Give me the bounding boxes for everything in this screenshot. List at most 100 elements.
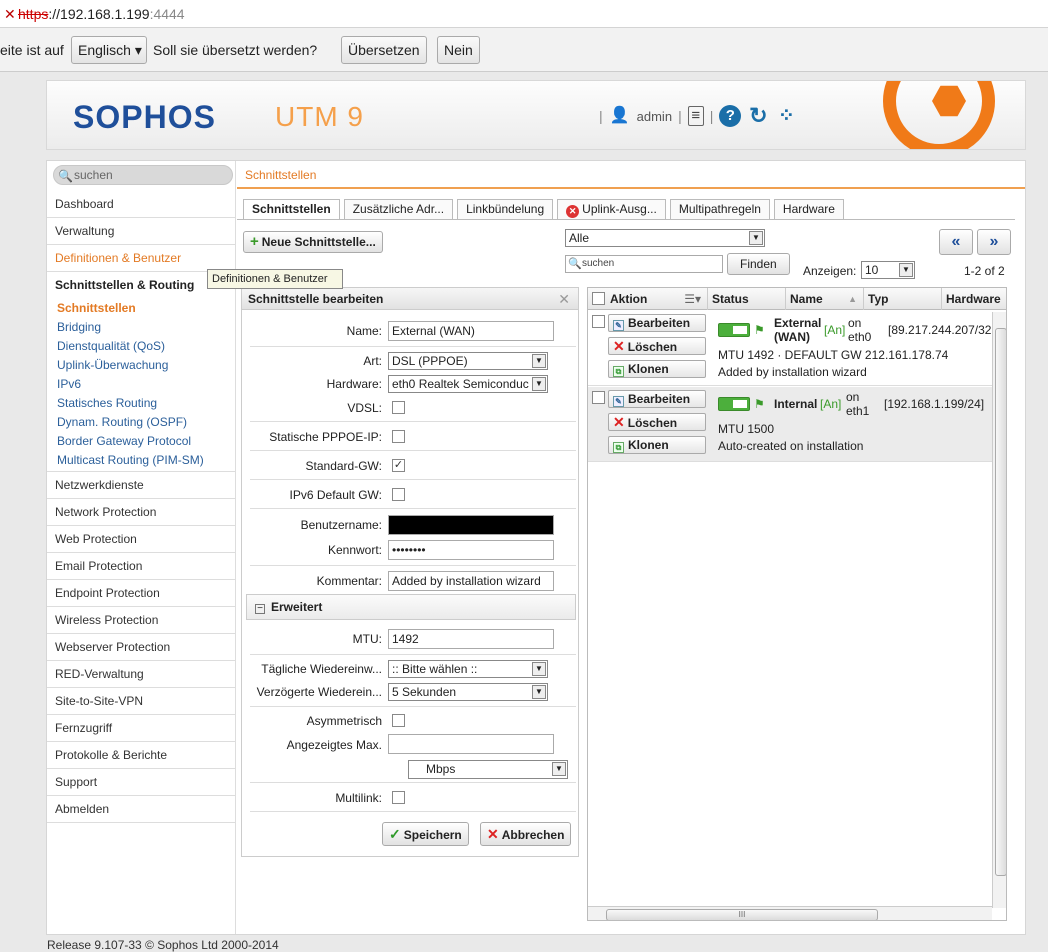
- asymmetric-checkbox[interactable]: [392, 714, 405, 727]
- sidebar-item-definitionen[interactable]: Definitionen & Benutzer: [47, 245, 236, 272]
- tab-linkbuendelung[interactable]: Linkbündelung: [457, 199, 554, 219]
- divider: [250, 811, 576, 812]
- comment-line: Auto-created on installation: [718, 439, 864, 453]
- prev-page-button[interactable]: «: [939, 229, 973, 255]
- next-page-button[interactable]: »: [977, 229, 1011, 255]
- password-input[interactable]: ••••••••: [388, 540, 554, 560]
- new-interface-button[interactable]: + Neue Schnittstelle...: [243, 231, 383, 253]
- sidebar-item-network-protection[interactable]: Network Protection: [47, 499, 236, 526]
- column-typ[interactable]: Typ: [864, 288, 942, 310]
- sidebar-sub-ospf[interactable]: Dynam. Routing (OSPF): [47, 413, 236, 432]
- sidebar-item-netzwerkdienste[interactable]: Netzwerkdienste: [47, 472, 236, 499]
- sidebar-sub-bridging[interactable]: Bridging: [47, 318, 236, 337]
- edit-button[interactable]: ✎ Bearbeiten: [608, 314, 706, 332]
- column-name[interactable]: Name ▲: [786, 288, 864, 310]
- clone-button[interactable]: ⧉ Klonen: [608, 436, 706, 454]
- sidebar-sub-ipv6[interactable]: IPv6: [47, 375, 236, 394]
- sidebar-item-dashboard[interactable]: Dashboard: [47, 191, 236, 218]
- delete-icon: ✕: [613, 414, 625, 430]
- horizontal-scrollbar[interactable]: III: [588, 906, 992, 920]
- filter-select[interactable]: Alle ▼: [565, 229, 765, 247]
- sidebar-item-wireless-protection[interactable]: Wireless Protection: [47, 607, 236, 634]
- sidebar-item-protokolle[interactable]: Protokolle & Berichte: [47, 742, 236, 769]
- delayed-reconnect-select[interactable]: 5 Sekunden ▼: [388, 683, 548, 701]
- sidebar-sub-schnittstellen[interactable]: Schnittstellen: [47, 299, 236, 318]
- sidebar-sub-bgp[interactable]: Border Gateway Protocol: [47, 432, 236, 451]
- translate-question: Soll sie übersetzt werden?: [153, 42, 318, 58]
- vdsl-checkbox[interactable]: [392, 401, 405, 414]
- address-bar[interactable]: ✕ https://192.168.1.199:4444: [0, 0, 1048, 28]
- search-icon: 🔍: [58, 169, 73, 183]
- sidebar-sub-qos[interactable]: Dienstqualität (QoS): [47, 337, 236, 356]
- name-label: Name:: [346, 324, 382, 338]
- select-all-checkbox[interactable]: [592, 292, 605, 305]
- sidebar-item-email-protection[interactable]: Email Protection: [47, 553, 236, 580]
- help-icon[interactable]: ?: [719, 105, 742, 127]
- clipboard-icon[interactable]: ≡: [687, 106, 704, 126]
- password-label: Kennwort:: [327, 543, 382, 557]
- multilink-checkbox[interactable]: [392, 791, 405, 804]
- username-input[interactable]: [388, 515, 554, 535]
- sidebar-sub-multicast[interactable]: Multicast Routing (PIM-SM): [47, 451, 236, 470]
- sidebar-item-web-protection[interactable]: Web Protection: [47, 526, 236, 553]
- tab-schnittstellen[interactable]: Schnittstellen: [243, 199, 340, 220]
- column-hardware[interactable]: Hardware: [942, 288, 1006, 310]
- sidebar-item-abmelden[interactable]: Abmelden: [47, 796, 236, 823]
- sidebar-item-site-to-site-vpn[interactable]: Site-to-Site-VPN: [47, 688, 236, 715]
- status-toggle[interactable]: [718, 397, 750, 411]
- clone-button[interactable]: ⧉ Klonen: [608, 360, 706, 378]
- column-menu-icon[interactable]: ☰▾: [684, 288, 701, 310]
- table-row: ✎ Bearbeiten ✕ Löschen ⧉ Klonen ⚑ External …: [588, 311, 1006, 386]
- sidebar-item-red[interactable]: RED-Verwaltung: [47, 661, 236, 688]
- reload-icon[interactable]: ↻: [747, 105, 769, 127]
- static-ip-checkbox[interactable]: [392, 430, 405, 443]
- comment-input[interactable]: Added by installation wizard: [388, 571, 554, 591]
- column-status[interactable]: Status: [708, 288, 786, 310]
- sidebar-item-fernzugriff[interactable]: Fernzugriff: [47, 715, 236, 742]
- sidebar-item-verwaltung[interactable]: Verwaltung: [47, 218, 236, 245]
- row-checkbox[interactable]: [592, 315, 605, 328]
- daily-reconnect-select[interactable]: :: Bitte wählen :: ▼: [388, 660, 548, 678]
- delayed-reconnect-value: 5 Sekunden: [392, 685, 457, 699]
- status-toggle[interactable]: [718, 323, 750, 337]
- save-button[interactable]: ✓ Speichern: [382, 822, 469, 846]
- column-aktion[interactable]: Aktion ☰▾: [606, 288, 708, 310]
- user-icon[interactable]: 👤: [609, 105, 631, 127]
- mtu-input[interactable]: 1492: [388, 629, 554, 649]
- advanced-section-header[interactable]: − Erweitert: [246, 594, 576, 620]
- delete-button[interactable]: ✕ Löschen: [608, 413, 706, 431]
- tab-multipathregeln[interactable]: Multipathregeln: [669, 199, 770, 219]
- vertical-scrollbar[interactable]: [992, 312, 1006, 908]
- delete-button[interactable]: ✕ Löschen: [608, 337, 706, 355]
- language-select[interactable]: Englisch ▾: [71, 36, 147, 64]
- sidebar-sub-static-routing[interactable]: Statisches Routing: [47, 394, 236, 413]
- translate-button[interactable]: Übersetzen: [341, 36, 427, 64]
- max-input[interactable]: [388, 734, 554, 754]
- ipv6-gw-checkbox[interactable]: [392, 488, 405, 501]
- page-size-select[interactable]: 10 ▼: [861, 261, 915, 279]
- grid-search-input[interactable]: 🔍 suchen: [565, 255, 723, 273]
- tab-uplink-ausgleich[interactable]: ✕ Uplink-Ausg...: [557, 199, 666, 219]
- row-checkbox[interactable]: [592, 391, 605, 404]
- sidebar-item-webserver-protection[interactable]: Webserver Protection: [47, 634, 236, 661]
- type-select[interactable]: DSL (PPPOE) ▼: [388, 352, 548, 370]
- cancel-button[interactable]: ✕ Abbrechen: [480, 822, 572, 846]
- sidebar-item-support[interactable]: Support: [47, 769, 236, 796]
- find-button[interactable]: Finden: [727, 253, 790, 275]
- edit-button[interactable]: ✎ Bearbeiten: [608, 390, 706, 408]
- tab-zusaetzliche-adressen[interactable]: Zusätzliche Adr...: [343, 199, 454, 219]
- on-label: on: [846, 390, 860, 404]
- separator: |: [599, 108, 603, 124]
- default-gw-checkbox[interactable]: ✓: [392, 459, 405, 472]
- sidebar-item-endpoint-protection[interactable]: Endpoint Protection: [47, 580, 236, 607]
- unit-select[interactable]: Mbps ▼: [408, 760, 568, 779]
- name-input[interactable]: External (WAN): [388, 321, 554, 341]
- close-icon[interactable]: ✕: [558, 288, 570, 310]
- no-translate-button[interactable]: Nein: [437, 36, 480, 64]
- admin-user-link[interactable]: admin: [637, 109, 672, 124]
- activity-spinner-icon: ⁘: [777, 105, 795, 127]
- sidebar-search-input[interactable]: 🔍 suchen: [53, 165, 233, 185]
- tab-hardware[interactable]: Hardware: [773, 199, 844, 219]
- sidebar-sub-uplink[interactable]: Uplink-Überwachung: [47, 356, 236, 375]
- hardware-select[interactable]: eth0 Realtek Semiconduc ▼: [388, 375, 548, 393]
